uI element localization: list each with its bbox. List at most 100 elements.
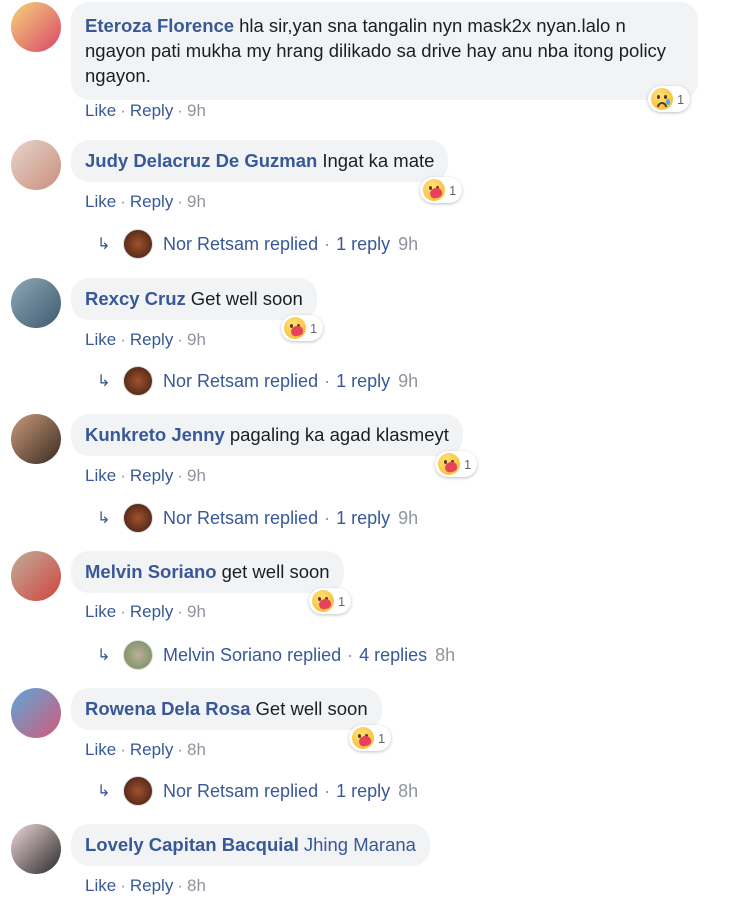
reply-time: 9h [398, 233, 419, 254]
sad-reaction-icon [651, 88, 673, 110]
reaction-badge[interactable]: 1 [309, 588, 352, 614]
view-replies-link[interactable]: ↳ Melvin Soriano replied · 4 replies 8h [97, 639, 455, 671]
reaction-badge[interactable]: 1 [420, 177, 463, 203]
reply-count: 1 reply [336, 780, 391, 801]
reaction-badge[interactable]: 1 [349, 725, 392, 751]
replier-name: Nor Retsam [163, 370, 260, 391]
separator: · [120, 330, 126, 349]
like-link[interactable]: Like [85, 192, 116, 211]
avatar[interactable] [11, 278, 61, 328]
comment-bubble: Judy Delacruz De Guzman Ingat ka mate [71, 140, 449, 182]
like-link[interactable]: Like [85, 740, 116, 759]
comment-actions: Like · Reply · 8h [85, 740, 206, 760]
reply-link[interactable]: Reply [130, 876, 173, 895]
like-link[interactable]: Like [85, 602, 116, 621]
reply-verb: replied [287, 644, 342, 665]
separator: · [324, 233, 331, 254]
reply-link[interactable]: Reply [130, 602, 173, 621]
comment-time[interactable]: 8h [187, 876, 206, 895]
reaction-badge[interactable]: 1 [435, 451, 478, 477]
reply-time: 8h [398, 780, 419, 801]
reply-time: 9h [398, 507, 419, 528]
care-reaction-icon [423, 179, 445, 201]
like-link[interactable]: Like [85, 466, 116, 485]
reply-time: 9h [398, 370, 419, 391]
view-replies-link[interactable]: ↳ Nor Retsam replied · 1 reply 8h [97, 775, 418, 807]
reply-link[interactable]: Reply [130, 466, 173, 485]
reply-avatar [123, 776, 153, 806]
separator: · [177, 876, 183, 895]
like-link[interactable]: Like [85, 330, 116, 349]
separator: · [120, 740, 126, 759]
comment-actions: Like · Reply · 9h [85, 101, 206, 121]
separator: · [324, 780, 331, 801]
reply-count: 1 reply [336, 507, 391, 528]
replier-name: Nor Retsam [163, 780, 260, 801]
separator: · [177, 101, 183, 120]
avatar[interactable] [11, 414, 61, 464]
care-reaction-icon [352, 727, 374, 749]
care-reaction-icon [312, 590, 334, 612]
care-reaction-icon [438, 453, 460, 475]
separator: · [177, 192, 183, 211]
comment-author[interactable]: Eteroza Florence [85, 15, 234, 36]
separator: · [120, 192, 126, 211]
avatar[interactable] [11, 824, 61, 874]
comment-author[interactable]: Lovely Capitan Bacquial [85, 834, 299, 855]
reaction-count: 1 [338, 593, 346, 609]
reply-link[interactable]: Reply [130, 192, 173, 211]
comment-time[interactable]: 9h [187, 466, 206, 485]
separator: · [177, 602, 183, 621]
reply-count: 4 replies [359, 644, 428, 665]
avatar[interactable] [11, 140, 61, 190]
comment-time[interactable]: 9h [187, 101, 206, 120]
comment-time[interactable]: 9h [187, 602, 206, 621]
comment-bubble: Melvin Soriano get well soon [71, 551, 344, 593]
comment-time[interactable]: 8h [187, 740, 206, 759]
separator: · [120, 876, 126, 895]
reaction-count: 1 [449, 182, 457, 198]
comment-time[interactable]: 9h [187, 192, 206, 211]
avatar[interactable] [11, 688, 61, 738]
reply-link[interactable]: Reply [130, 330, 173, 349]
view-replies-link[interactable]: ↳ Nor Retsam replied · 1 reply 9h [97, 228, 418, 260]
reply-link[interactable]: Reply [130, 740, 173, 759]
separator: · [177, 466, 183, 485]
comment-author[interactable]: Melvin Soriano [85, 561, 217, 582]
separator: · [324, 507, 331, 528]
avatar[interactable] [11, 551, 61, 601]
comment-author[interactable]: Rexcy Cruz [85, 288, 186, 309]
comment-time[interactable]: 9h [187, 330, 206, 349]
like-link[interactable]: Like [85, 876, 116, 895]
comment-author[interactable]: Judy Delacruz De Guzman [85, 150, 317, 171]
reply-link[interactable]: Reply [130, 101, 173, 120]
comment-text: pagaling ka agad klasmeyt [229, 424, 449, 445]
comment-bubble: Rexcy Cruz Get well soon [71, 278, 317, 320]
reply-verb: replied [264, 780, 319, 801]
reaction-badge[interactable]: 1 [281, 315, 324, 341]
care-reaction-icon [284, 317, 306, 339]
reply-verb: replied [264, 233, 319, 254]
separator: · [177, 740, 183, 759]
reaction-count: 1 [310, 320, 318, 336]
reply-count: 1 reply [336, 370, 391, 391]
reaction-count: 1 [464, 456, 472, 472]
reply-count: 1 reply [336, 233, 391, 254]
separator: · [120, 602, 126, 621]
like-link[interactable]: Like [85, 101, 116, 120]
reply-avatar [123, 229, 153, 259]
reaction-count: 1 [677, 91, 685, 107]
reply-arrow-icon: ↳ [97, 783, 111, 800]
comment-author[interactable]: Rowena Dela Rosa [85, 698, 251, 719]
reaction-badge[interactable]: 1 [648, 86, 691, 112]
separator: · [120, 466, 126, 485]
avatar[interactable] [11, 2, 61, 52]
comment-actions: Like · Reply · 9h [85, 602, 206, 622]
comment-bubble: Lovely Capitan Bacquial Jhing Marana [71, 824, 430, 866]
separator: · [347, 644, 354, 665]
view-replies-link[interactable]: ↳ Nor Retsam replied · 1 reply 9h [97, 502, 418, 534]
comment-author[interactable]: Kunkreto Jenny [85, 424, 225, 445]
reply-avatar [123, 366, 153, 396]
view-replies-link[interactable]: ↳ Nor Retsam replied · 1 reply 9h [97, 365, 418, 397]
comment-bubble: Rowena Dela Rosa Get well soon [71, 688, 382, 730]
